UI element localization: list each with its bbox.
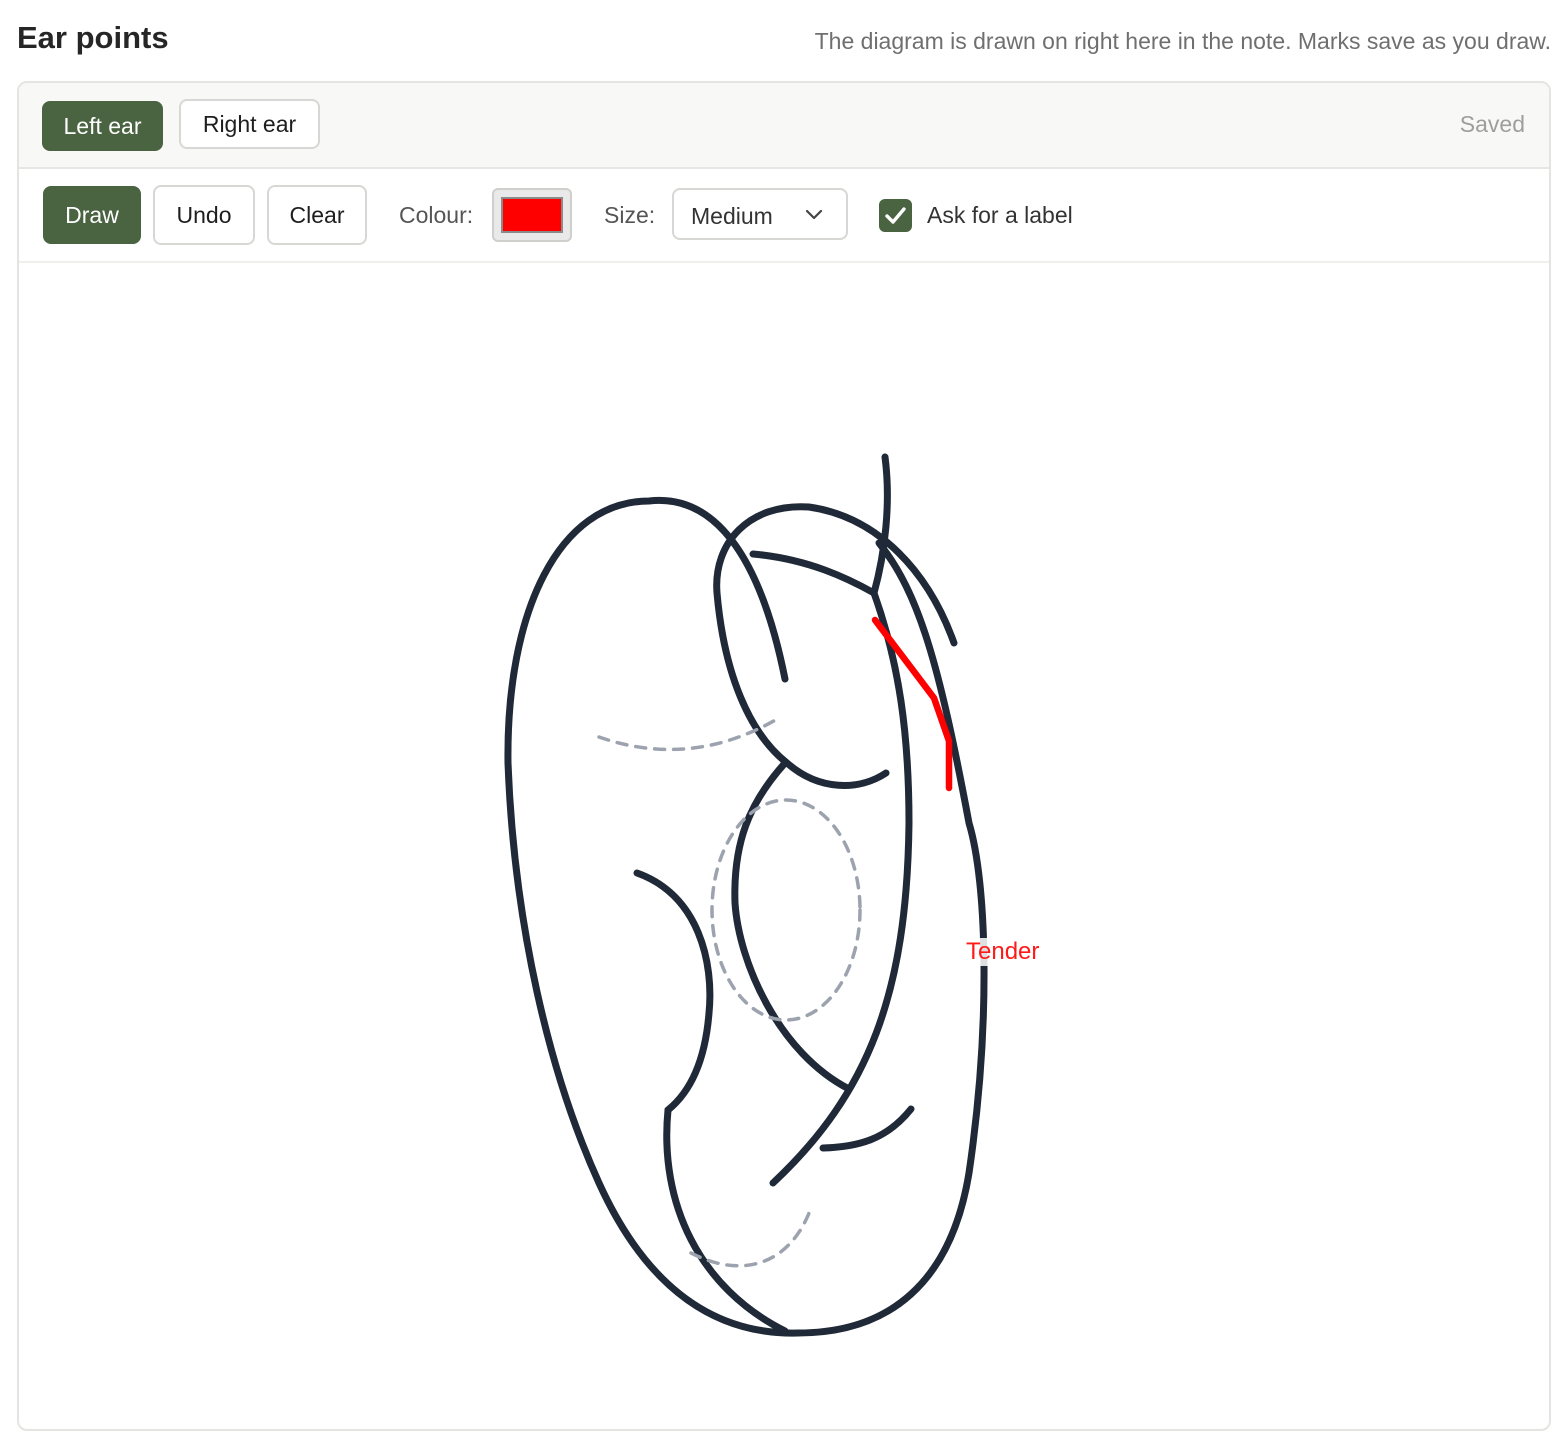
draw-button[interactable]: Draw (43, 186, 141, 244)
drawing-canvas[interactable]: Tender (19, 263, 1549, 1429)
checkmark-icon (885, 207, 906, 224)
outer-helix-line (504, 496, 988, 1337)
drawing-toolbar: Draw Undo Clear Colour: Size: Medium Ask… (19, 169, 1549, 263)
chevron-down-icon (805, 209, 823, 220)
tragus-line (633, 869, 714, 1114)
page-title: Ear points (17, 20, 169, 55)
guide-lobe-dashed (689, 1206, 813, 1268)
colour-picker[interactable] (492, 188, 572, 242)
ask-label-text: Ask for a label (927, 202, 1073, 228)
save-status: Saved (1459, 111, 1525, 137)
size-select[interactable]: Medium (672, 188, 848, 240)
tab-left-ear[interactable]: Left ear (42, 101, 163, 151)
page-header: Ear points The diagram is drawn on right… (17, 18, 1551, 62)
concha-upper-line (713, 503, 958, 789)
annotation-label[interactable]: Tender (964, 938, 1042, 966)
helix-fold-line (870, 453, 891, 597)
tab-right-ear[interactable]: Right ear (179, 99, 320, 149)
colour-label: Colour: (399, 202, 474, 228)
diagram-panel: Left ear Right ear Saved Draw Undo Clear… (17, 81, 1551, 1431)
colour-swatch (501, 197, 563, 233)
helix-crus-line (749, 550, 878, 597)
size-value: Medium (691, 203, 773, 229)
page-hint: The diagram is drawn on right here in th… (814, 28, 1551, 54)
ask-label-checkbox[interactable] (879, 199, 912, 232)
clear-button[interactable]: Clear (267, 185, 367, 245)
size-label: Size: (604, 202, 656, 228)
ear-tabs: Left ear Right ear Saved (19, 83, 1549, 169)
antihelix-line (769, 589, 913, 1187)
ear-diagram (504, 453, 988, 1337)
undo-button[interactable]: Undo (153, 185, 255, 245)
tender-mark (871, 616, 953, 792)
